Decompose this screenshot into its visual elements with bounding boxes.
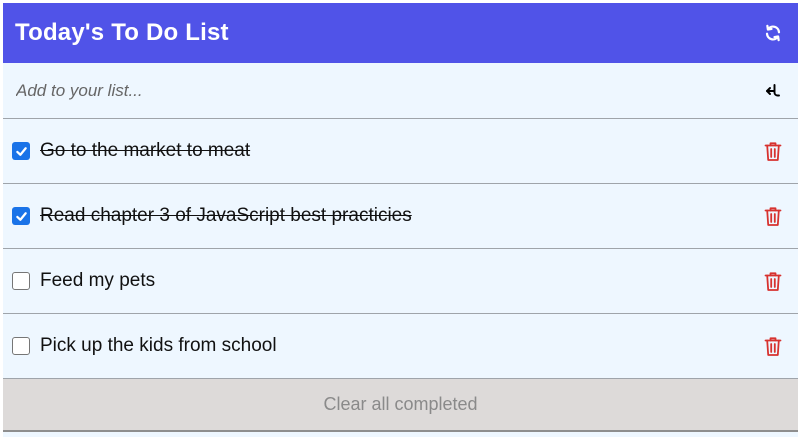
todo-item: Pick up the kids from school bbox=[3, 314, 798, 379]
add-item-row bbox=[3, 63, 798, 119]
trash-icon[interactable] bbox=[762, 204, 784, 228]
todo-text: Feed my pets bbox=[40, 270, 156, 291]
todo-text: Pick up the kids from school bbox=[40, 335, 277, 356]
page-title: Today's To Do List bbox=[15, 19, 229, 46]
todo-item: Read chapter 3 of JavaScript best practi… bbox=[3, 184, 798, 249]
trash-icon[interactable] bbox=[762, 139, 784, 163]
todo-checkbox[interactable] bbox=[12, 337, 30, 355]
todo-text: Go to the market to meat bbox=[40, 140, 251, 161]
todo-checkbox[interactable] bbox=[12, 142, 30, 160]
clear-completed-button[interactable]: Clear all completed bbox=[3, 379, 798, 432]
todo-list: Go to the market to meat Read chapter 3 … bbox=[3, 119, 798, 379]
todo-item: Feed my pets bbox=[3, 249, 798, 314]
todo-checkbox[interactable] bbox=[12, 207, 30, 225]
todo-item: Go to the market to meat bbox=[3, 119, 798, 184]
todo-app: Today's To Do List Go to the market to m… bbox=[3, 3, 798, 437]
trash-icon[interactable] bbox=[762, 269, 784, 293]
trash-icon[interactable] bbox=[762, 334, 784, 358]
header: Today's To Do List bbox=[3, 3, 798, 63]
todo-text: Read chapter 3 of JavaScript best practi… bbox=[40, 205, 412, 226]
enter-icon[interactable] bbox=[762, 80, 784, 102]
refresh-icon[interactable] bbox=[762, 22, 784, 44]
add-item-input[interactable] bbox=[14, 79, 718, 102]
todo-checkbox[interactable] bbox=[12, 272, 30, 290]
